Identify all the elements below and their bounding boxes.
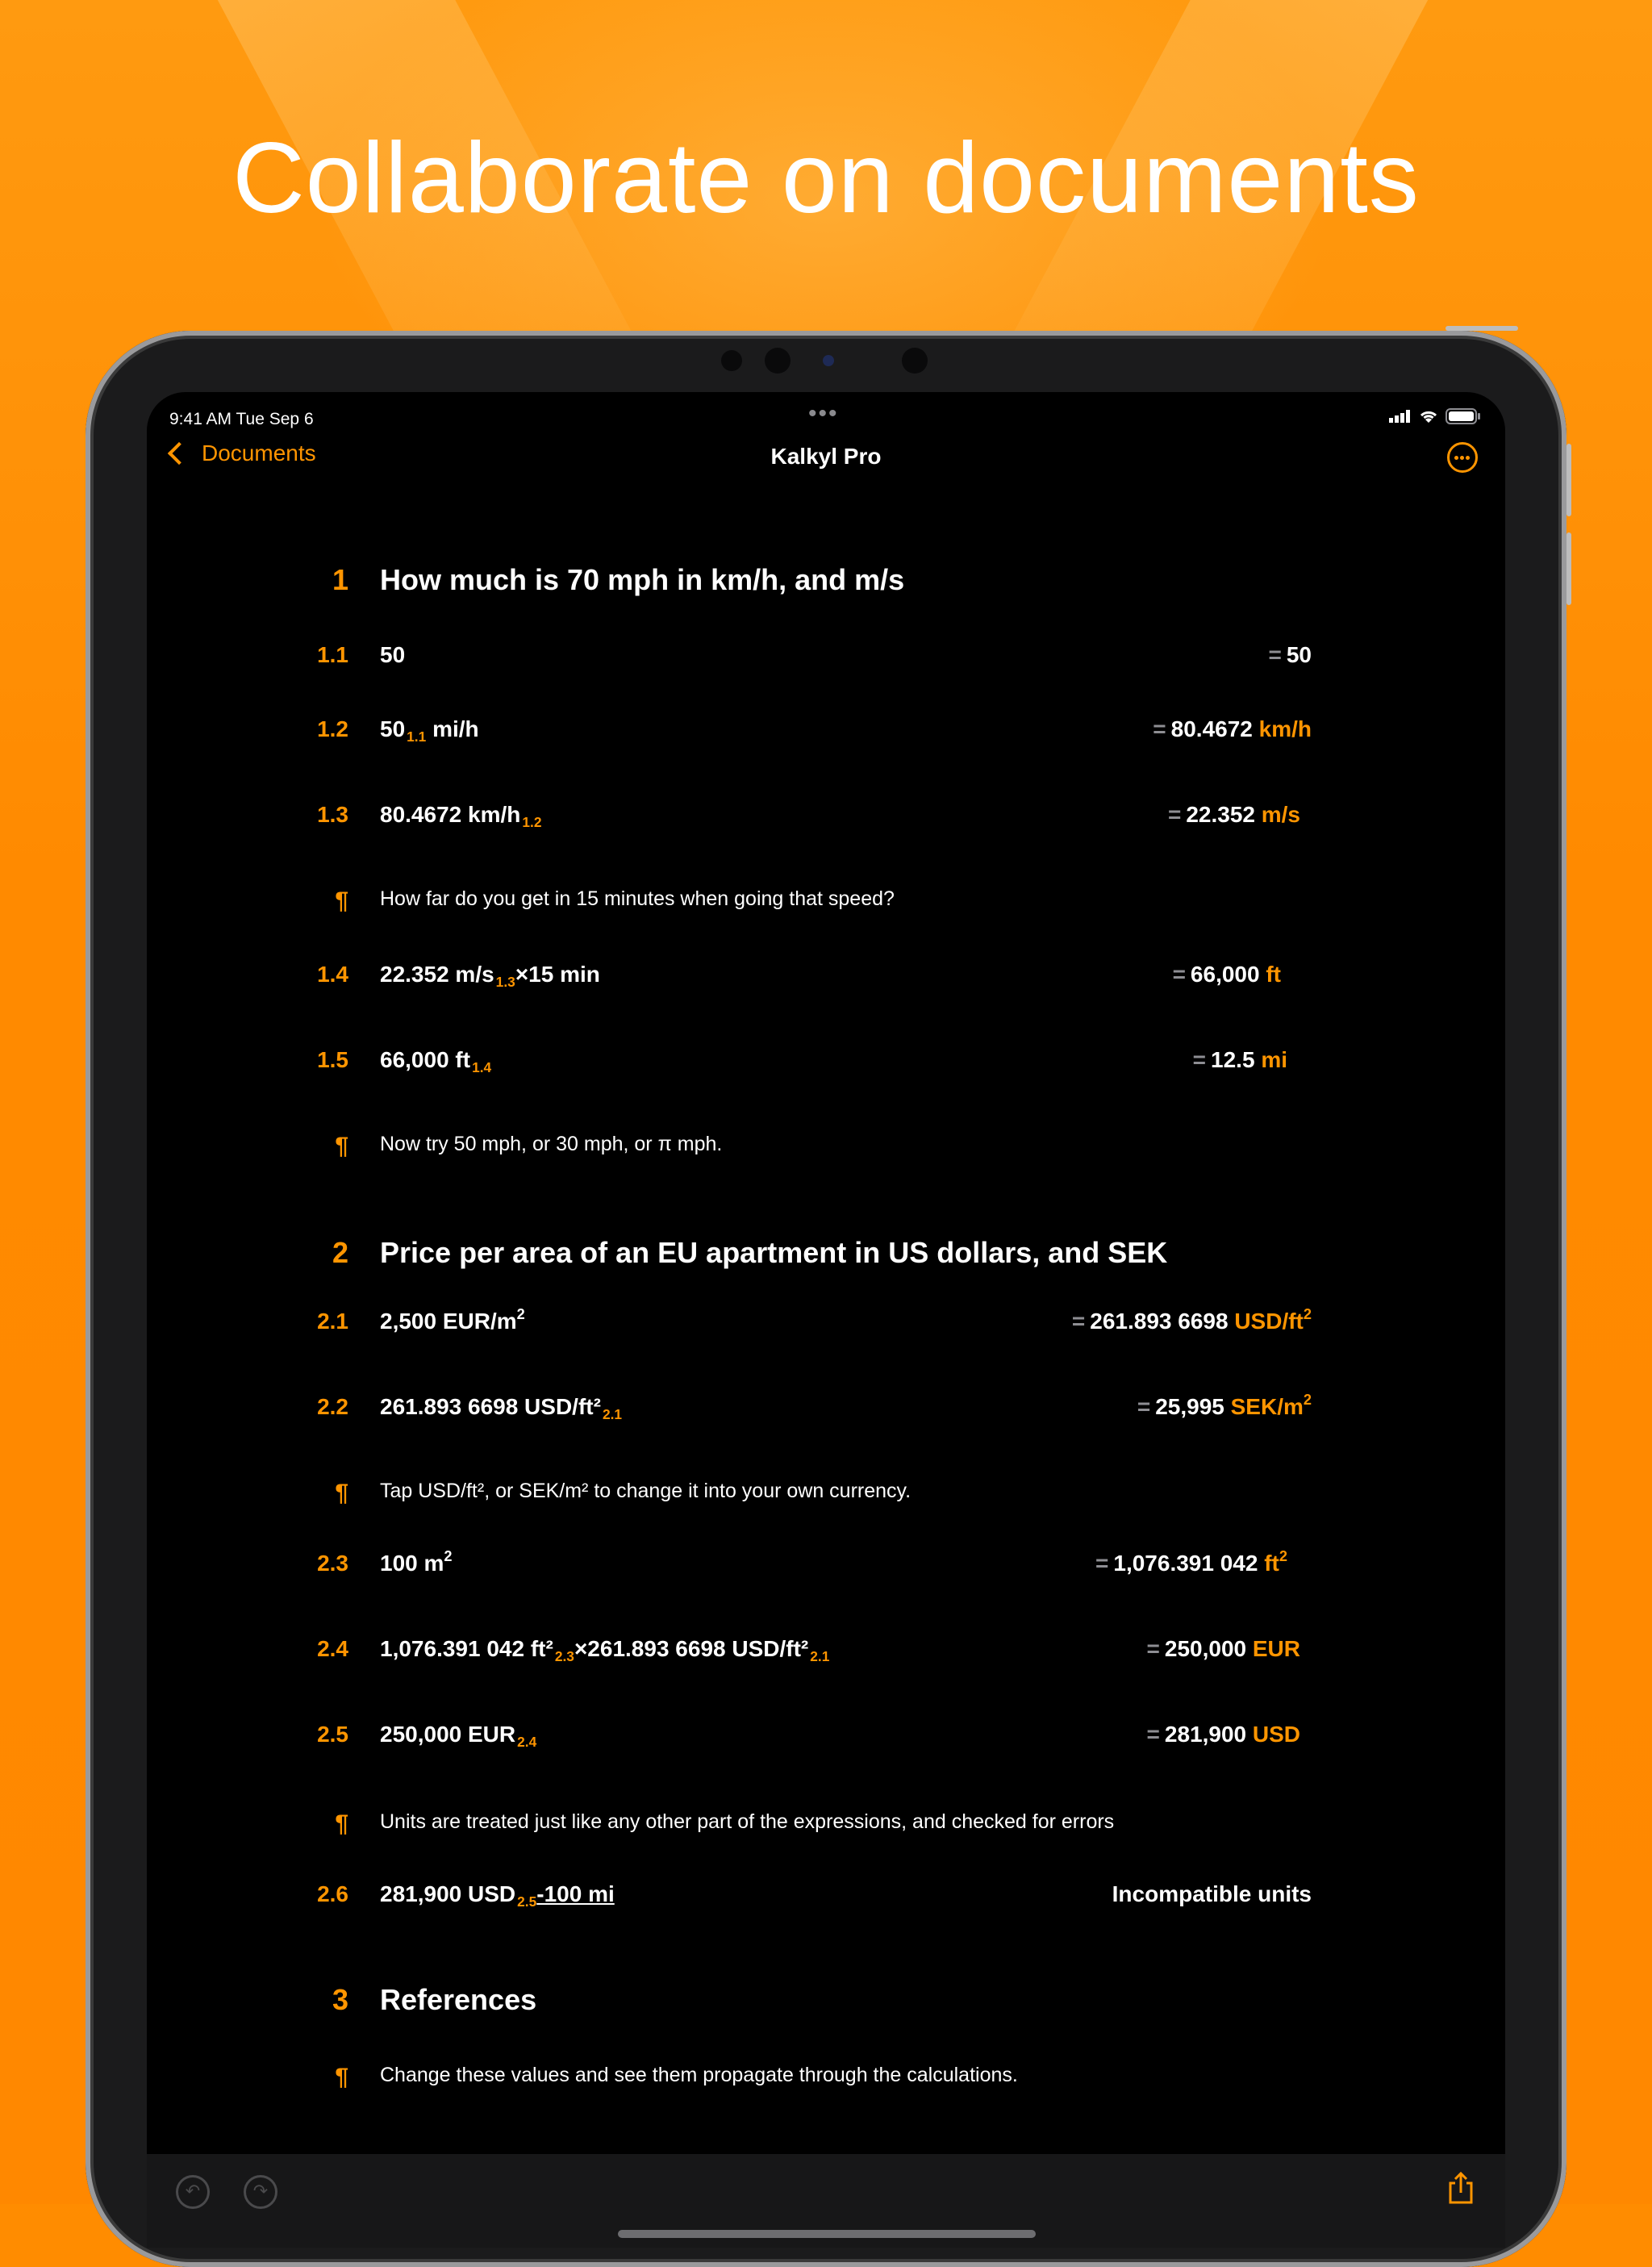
line-reference[interactable]: 2.5: [517, 1893, 536, 1910]
comment-text: Change these values and see them propaga…: [380, 2064, 1018, 2086]
line-result: = 261.893 6698 USD/ft2: [1071, 1306, 1312, 1334]
comment-text: Now try 50 mph, or 30 mph, or π mph.: [380, 1133, 723, 1155]
bottom-toolbar: ↶ ↷: [147, 2154, 1505, 2248]
front-sensor: [721, 350, 742, 371]
line-reference[interactable]: 2.1: [810, 1648, 829, 1664]
result-unit[interactable]: m/s: [1262, 802, 1300, 827]
line-number: 1.2: [317, 716, 348, 741]
line-number: 2.1: [317, 1309, 348, 1334]
line-reference[interactable]: 1.4: [472, 1059, 491, 1075]
pilcrow-icon: ¶: [335, 1810, 348, 1837]
pilcrow-icon: ¶: [335, 1133, 348, 1159]
result-unit[interactable]: SEK/m2: [1231, 1392, 1312, 1419]
document-content: 1 How much is 70 mph in km/h, and m/s 1.…: [147, 392, 1505, 2248]
line-expression[interactable]: 2,500 EUR/m2: [380, 1306, 525, 1334]
result-unit[interactable]: USD/ft2: [1234, 1306, 1312, 1334]
line-result: = 22.352 m/s: [1167, 802, 1300, 827]
line-expression[interactable]: 100 m2: [380, 1548, 453, 1576]
line-expression[interactable]: 1,076.391 042 ft² 2.3×261.893 6698 USD/ft…: [380, 1636, 829, 1664]
line-result: = 66,000 ft: [1172, 962, 1281, 987]
screen: 9:41 AM Tue Sep 6 ••• Documents Kalkyl P…: [147, 392, 1505, 2248]
section-number: 2: [332, 1236, 348, 1269]
line-expression[interactable]: 66,000 ft 1.4: [380, 1047, 491, 1075]
error-message: Incompatible units: [1112, 1881, 1312, 1906]
line-expression[interactable]: 261.893 6698 USD/ft² 2.1: [380, 1394, 622, 1422]
line-number: 2.6: [317, 1881, 348, 1906]
line-reference[interactable]: 1.2: [522, 814, 541, 830]
section-title: Price per area of an EU apartment in US …: [380, 1236, 1168, 1269]
line-result: = 50: [1268, 642, 1312, 667]
line-expression[interactable]: 50 1.1 mi/h: [380, 716, 479, 745]
result-unit[interactable]: ft: [1266, 962, 1281, 987]
section-number: 1: [332, 563, 348, 596]
error-highlight[interactable]: -100 mi: [536, 1881, 615, 1906]
line-expression[interactable]: 80.4672 km/h 1.2: [380, 802, 541, 830]
line-result: = 80.4672 km/h: [1153, 716, 1312, 741]
comment-text: How far do you get in 15 minutes when go…: [380, 887, 895, 910]
pilcrow-icon: ¶: [335, 887, 348, 914]
front-camera: [823, 355, 834, 366]
line-result: = 1,076.391 042 ft2: [1095, 1548, 1287, 1576]
line-reference[interactable]: 1.3: [496, 974, 515, 990]
result-unit[interactable]: USD: [1253, 1722, 1300, 1747]
headline: Collaborate on documents: [232, 123, 1420, 234]
home-indicator[interactable]: [618, 2230, 1036, 2238]
line-result: = 281,900 USD: [1146, 1722, 1300, 1747]
line-result: = 250,000 EUR: [1146, 1636, 1300, 1661]
volume-button: [1566, 532, 1571, 605]
line-result: = 25,995 SEK/m2: [1137, 1392, 1312, 1419]
line-number: 2.4: [317, 1636, 348, 1661]
front-sensor: [902, 348, 928, 374]
line-number: 1.1: [317, 642, 348, 667]
line-result: = 12.5 mi: [1192, 1047, 1287, 1072]
pilcrow-icon: ¶: [335, 1480, 348, 1506]
result-unit[interactable]: mi: [1261, 1047, 1287, 1072]
power-button: [1446, 326, 1518, 331]
line-reference[interactable]: 2.3: [555, 1648, 574, 1664]
comment-text: Tap USD/ft², or SEK/m² to change it into…: [380, 1480, 912, 1502]
line-number: 1.3: [317, 802, 348, 827]
front-sensor: [765, 348, 791, 374]
line-expression[interactable]: 50: [380, 642, 405, 668]
pilcrow-icon: ¶: [335, 2064, 348, 2090]
line-reference[interactable]: 2.1: [603, 1406, 622, 1422]
line-expression[interactable]: 281,900 USD 2.5-100 mi: [380, 1881, 615, 1910]
ipad-frame: 9:41 AM Tue Sep 6 ••• Documents Kalkyl P…: [86, 326, 1571, 2267]
section-title: How much is 70 mph in km/h, and m/s: [380, 563, 905, 596]
volume-button: [1566, 444, 1571, 516]
line-number: 2.3: [317, 1551, 348, 1576]
section-title: References: [380, 1983, 537, 2016]
line-reference[interactable]: 1.1: [407, 729, 426, 745]
line-number: 1.5: [317, 1047, 348, 1072]
comment-text: Units are treated just like any other pa…: [380, 1810, 1115, 1833]
section-number: 3: [332, 1983, 348, 2016]
result-unit[interactable]: km/h: [1259, 716, 1312, 741]
line-expression[interactable]: 22.352 m/s 1.3×15 min: [380, 962, 600, 990]
line-expression[interactable]: 250,000 EUR 2.4: [380, 1722, 536, 1750]
line-number: 2.2: [317, 1394, 348, 1419]
line-number: 2.5: [317, 1722, 348, 1747]
share-icon[interactable]: [1447, 2172, 1475, 2204]
line-reference[interactable]: 2.4: [517, 1734, 536, 1750]
line-number: 1.4: [317, 962, 348, 987]
result-unit[interactable]: EUR: [1253, 1636, 1300, 1661]
result-unit[interactable]: ft2: [1264, 1548, 1287, 1576]
